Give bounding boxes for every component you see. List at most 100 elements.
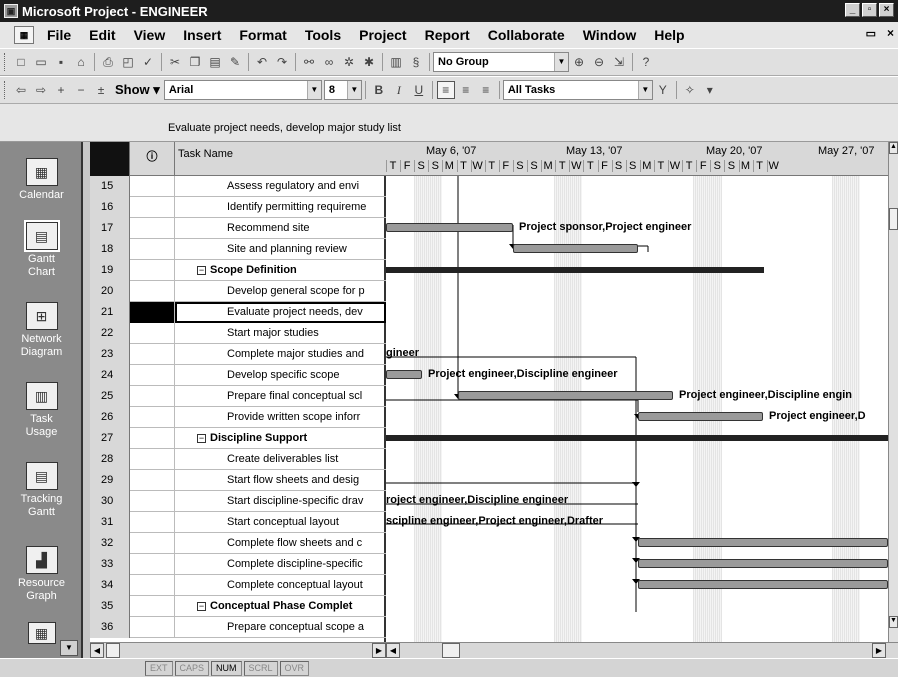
- task-name-cell[interactable]: − Discipline Support: [175, 428, 386, 449]
- table-row[interactable]: 17 Recommend site: [90, 218, 386, 239]
- scroll-right-icon[interactable]: ▶: [872, 643, 886, 658]
- table-row[interactable]: 22 Start major studies: [90, 323, 386, 344]
- table-row[interactable]: 31 Start conceptual layout: [90, 512, 386, 533]
- task-name-cell[interactable]: Complete flow sheets and c: [175, 533, 386, 554]
- redo-icon[interactable]: ↷: [273, 53, 291, 71]
- show-subtasks-icon[interactable]: +: [52, 81, 70, 99]
- entry-field[interactable]: Evaluate project needs, develop major st…: [168, 122, 401, 134]
- task-bar[interactable]: [458, 391, 673, 400]
- table-row[interactable]: 27 − Discipline Support: [90, 428, 386, 449]
- menu-view[interactable]: View: [125, 27, 175, 43]
- collapse-icon[interactable]: −: [197, 265, 206, 275]
- task-bar[interactable]: [513, 244, 638, 253]
- sheet-horizontal-scrollbar[interactable]: ◀ ▶: [90, 642, 386, 658]
- align-left-icon[interactable]: ≡: [436, 81, 455, 99]
- task-name-cell[interactable]: Prepare final conceptual scl: [175, 386, 386, 407]
- scroll-left-icon[interactable]: ◀: [386, 643, 400, 658]
- new-icon[interactable]: □: [12, 53, 30, 71]
- task-bar[interactable]: [638, 559, 888, 568]
- task-name-cell[interactable]: Develop specific scope: [175, 365, 386, 386]
- indicator-cell[interactable]: [130, 386, 175, 407]
- indicator-cell[interactable]: [130, 575, 175, 596]
- indicator-cell[interactable]: [130, 260, 175, 281]
- row-id[interactable]: 27: [90, 428, 130, 449]
- menu-help[interactable]: Help: [645, 27, 693, 43]
- indicator-cell[interactable]: [130, 239, 175, 260]
- scroll-left-icon[interactable]: ◀: [90, 643, 104, 658]
- table-row[interactable]: 24 Develop specific scope: [90, 365, 386, 386]
- italic-icon[interactable]: I: [390, 81, 408, 99]
- app-icon[interactable]: ▣: [4, 4, 18, 18]
- indicator-cell[interactable]: [130, 491, 175, 512]
- task-name-column-header[interactable]: Task Name: [175, 142, 386, 176]
- view-bar-scroll-down[interactable]: ▼: [60, 640, 78, 656]
- row-id[interactable]: 16: [90, 197, 130, 218]
- table-row[interactable]: 26 Provide written scope inforr: [90, 407, 386, 428]
- format-painter-icon[interactable]: ✎: [226, 53, 244, 71]
- row-id[interactable]: 28: [90, 449, 130, 470]
- row-id[interactable]: 26: [90, 407, 130, 428]
- task-name-cell[interactable]: Recommend site: [175, 218, 386, 239]
- collapse-icon[interactable]: −: [197, 433, 206, 443]
- scroll-thumb[interactable]: [442, 643, 460, 658]
- task-name-cell[interactable]: Assess regulatory and envi: [175, 176, 386, 197]
- split-task-icon[interactable]: ✱: [360, 53, 378, 71]
- row-id[interactable]: 36: [90, 617, 130, 638]
- scroll-right-icon[interactable]: ▶: [372, 643, 386, 658]
- align-center-icon[interactable]: ≡: [457, 81, 475, 99]
- task-name-cell[interactable]: Prepare conceptual scope a: [175, 617, 386, 638]
- view-network-diagram[interactable]: ⊞ Network Diagram: [0, 302, 83, 359]
- scroll-thumb[interactable]: [106, 643, 120, 658]
- table-row[interactable]: 36 Prepare conceptual scope a: [90, 617, 386, 638]
- view-resource-graph[interactable]: ▟ Resource Graph: [0, 546, 83, 603]
- outdent-icon[interactable]: ⇦: [12, 81, 30, 99]
- indicator-cell[interactable]: [130, 281, 175, 302]
- autofilter-icon[interactable]: Y: [654, 81, 672, 99]
- spelling-icon[interactable]: ✓: [139, 53, 157, 71]
- zoom-out-icon[interactable]: ⊖: [590, 53, 608, 71]
- indicator-cell[interactable]: [130, 407, 175, 428]
- table-row[interactable]: 23 Complete major studies and: [90, 344, 386, 365]
- align-right-icon[interactable]: ≡: [477, 81, 495, 99]
- row-id[interactable]: 24: [90, 365, 130, 386]
- menu-collaborate[interactable]: Collaborate: [479, 27, 574, 43]
- scroll-down-icon[interactable]: ▼: [889, 616, 898, 628]
- indicator-cell[interactable]: [130, 596, 175, 617]
- minimize-button[interactable]: _: [845, 3, 860, 17]
- task-name-cell[interactable]: Create deliverables list: [175, 449, 386, 470]
- task-name-cell[interactable]: − Conceptual Phase Complet: [175, 596, 386, 617]
- task-name-cell[interactable]: Evaluate project needs, dev: [175, 302, 386, 323]
- task-bar[interactable]: [386, 370, 422, 379]
- task-name-cell[interactable]: Identify permitting requireme: [175, 197, 386, 218]
- menu-format[interactable]: Format: [230, 27, 295, 43]
- menu-file[interactable]: File: [38, 27, 80, 43]
- row-id[interactable]: 23: [90, 344, 130, 365]
- undo-icon[interactable]: ↶: [253, 53, 271, 71]
- link-tasks-icon[interactable]: ∞: [320, 53, 338, 71]
- scroll-to-task-icon[interactable]: ⇲: [610, 53, 628, 71]
- task-name-cell[interactable]: Start discipline-specific drav: [175, 491, 386, 512]
- chevron-down-icon[interactable]: ▼: [346, 81, 361, 99]
- gantt-vertical-scrollbar[interactable]: ▲ ▼: [888, 142, 898, 642]
- table-row[interactable]: 30 Start discipline-specific drav: [90, 491, 386, 512]
- toolbar-options-icon[interactable]: ▾: [701, 81, 719, 99]
- row-id[interactable]: 18: [90, 239, 130, 260]
- row-id[interactable]: 25: [90, 386, 130, 407]
- view-gantt-chart[interactable]: ▤ Gantt Chart: [0, 220, 83, 279]
- toolbar-grip[interactable]: [4, 81, 7, 99]
- row-id[interactable]: 35: [90, 596, 130, 617]
- bold-icon[interactable]: B: [370, 81, 388, 99]
- chevron-down-icon[interactable]: ▼: [554, 53, 568, 71]
- underline-icon[interactable]: U: [410, 81, 428, 99]
- doc-restore-icon[interactable]: ▭: [866, 27, 876, 40]
- indicator-cell[interactable]: [130, 617, 175, 638]
- toolbar-grip[interactable]: [4, 53, 7, 71]
- task-bar[interactable]: [386, 223, 513, 232]
- document-icon[interactable]: ▦: [14, 26, 34, 44]
- task-bar[interactable]: [638, 538, 888, 547]
- task-name-cell[interactable]: Complete major studies and: [175, 344, 386, 365]
- indicator-cell[interactable]: [130, 323, 175, 344]
- table-row[interactable]: 15 Assess regulatory and envi: [90, 176, 386, 197]
- task-name-cell[interactable]: Site and planning review: [175, 239, 386, 260]
- scroll-up-icon[interactable]: ▲: [889, 142, 898, 154]
